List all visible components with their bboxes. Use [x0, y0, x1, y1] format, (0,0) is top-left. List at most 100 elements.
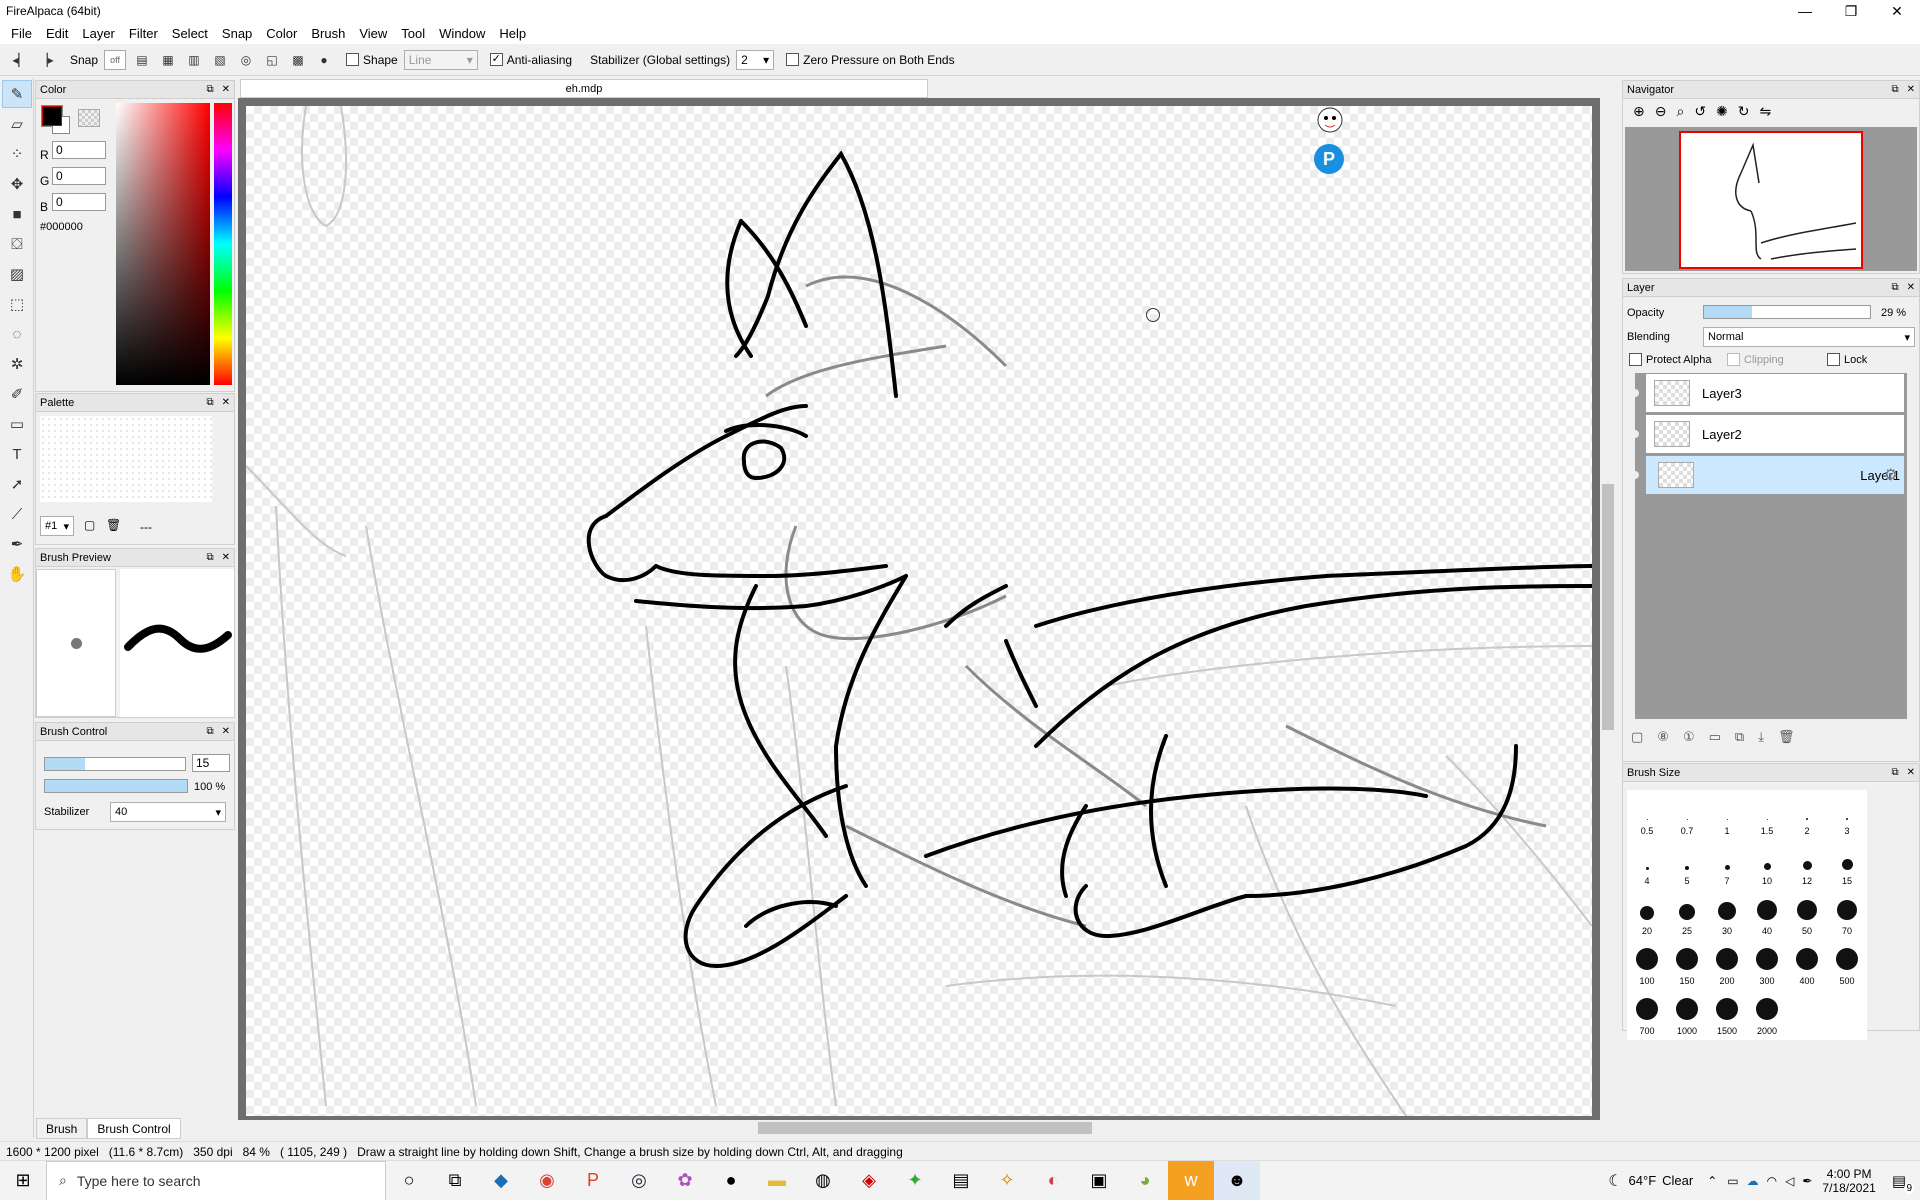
- protect-alpha-box[interactable]: [1629, 353, 1642, 366]
- taskbar-search[interactable]: ⌕ Type here to search: [46, 1160, 386, 1200]
- stabilizer-select[interactable]: 2 ▾: [736, 49, 775, 70]
- snap-off-button[interactable]: off: [104, 49, 127, 70]
- brush-size-input[interactable]: 15: [192, 754, 230, 772]
- app-icon[interactable]: ✿: [662, 1161, 708, 1200]
- app-icon[interactable]: ◈: [846, 1161, 892, 1200]
- brush-size-option[interactable]: 30: [1707, 890, 1747, 940]
- security-icon[interactable]: ◆: [478, 1161, 524, 1200]
- bucket-tool-icon[interactable]: ⛋: [2, 230, 32, 258]
- lasso-tool-icon[interactable]: ◌: [2, 320, 32, 348]
- gradient-tool-icon[interactable]: ▨: [2, 260, 32, 288]
- r-input[interactable]: 0: [52, 141, 106, 159]
- move-tool-icon[interactable]: ✥: [2, 170, 32, 198]
- weather-temp[interactable]: 64°F: [1629, 1173, 1657, 1188]
- rotate-right-icon[interactable]: ↻: [1738, 103, 1750, 120]
- menu-snap[interactable]: Snap: [215, 26, 259, 41]
- new-8bit-layer-icon[interactable]: ⑧: [1657, 729, 1669, 745]
- powerpoint-icon[interactable]: P: [570, 1161, 616, 1200]
- snap-settings-icon[interactable]: ▩: [288, 49, 308, 71]
- zoom-in-icon[interactable]: ⊕: [1633, 103, 1645, 120]
- file-explorer-icon[interactable]: ▬: [754, 1161, 800, 1200]
- zoom-fit-icon[interactable]: ⌕: [1676, 103, 1684, 120]
- select-tool-icon[interactable]: ⬚: [2, 290, 32, 318]
- operation-tool-icon[interactable]: ➚: [2, 470, 32, 498]
- tray-app-icon[interactable]: ▭: [1727, 1174, 1738, 1188]
- app-icon[interactable]: ▤: [938, 1161, 984, 1200]
- close-icon[interactable]: ✕: [1907, 767, 1915, 778]
- new-1bit-layer-icon[interactable]: ①: [1683, 729, 1695, 745]
- brush-size-option[interactable]: 500: [1827, 940, 1867, 990]
- shape-checkbox[interactable]: Shape: [346, 53, 398, 67]
- float-icon[interactable]: ⧉: [206, 726, 213, 737]
- onedrive-icon[interactable]: ☁: [1747, 1174, 1759, 1188]
- close-icon[interactable]: ✕: [222, 726, 230, 737]
- brush-size-option[interactable]: 7: [1707, 840, 1747, 890]
- menu-select[interactable]: Select: [165, 26, 215, 41]
- navigator-preview[interactable]: [1625, 127, 1917, 271]
- layer-row[interactable]: Layer2: [1630, 414, 1905, 454]
- app-icon[interactable]: w: [1168, 1160, 1214, 1200]
- drawing-canvas[interactable]: P: [246, 106, 1592, 1116]
- tab-brush[interactable]: Brush: [36, 1118, 88, 1139]
- firealpaca-icon[interactable]: ☻: [1214, 1160, 1260, 1200]
- palette-swatches[interactable]: [40, 416, 212, 502]
- brush-size-option[interactable]: 50: [1787, 890, 1827, 940]
- app-icon[interactable]: ✧: [984, 1161, 1030, 1200]
- chrome-icon[interactable]: ◉: [524, 1161, 570, 1200]
- select-eraser-tool-icon[interactable]: ▭: [2, 410, 32, 438]
- primary-color-swatch[interactable]: [41, 105, 70, 134]
- terminal-icon[interactable]: ▣: [1076, 1161, 1122, 1200]
- wifi-icon[interactable]: ◠: [1767, 1174, 1777, 1188]
- cortana-icon[interactable]: ○: [386, 1161, 432, 1200]
- menu-help[interactable]: Help: [492, 26, 533, 41]
- flip-horizontal-icon[interactable]: ⇋: [1760, 103, 1772, 120]
- brush-size-option[interactable]: 400: [1787, 940, 1827, 990]
- menu-file[interactable]: File: [4, 26, 39, 41]
- brush-size-option[interactable]: 12: [1787, 840, 1827, 890]
- snap-concentric-icon[interactable]: ◎: [236, 49, 256, 71]
- g-input[interactable]: 0: [52, 167, 106, 185]
- pen-tool-icon[interactable]: ✎: [2, 80, 32, 108]
- brush-size-option[interactable]: 70: [1827, 890, 1867, 940]
- brush-size-option[interactable]: 25: [1667, 890, 1707, 940]
- close-icon[interactable]: ✕: [1907, 84, 1915, 95]
- layer-row-selected[interactable]: Layer1 ⚙: [1630, 455, 1905, 495]
- brush-size-option[interactable]: 5: [1667, 840, 1707, 890]
- shape-checkbox-box[interactable]: [346, 53, 360, 66]
- antialias-checkbox[interactable]: ✓ Anti-aliasing: [489, 53, 572, 67]
- menu-filter[interactable]: Filter: [122, 26, 165, 41]
- duplicate-layer-icon[interactable]: ⧉: [1735, 729, 1744, 745]
- brush-size-option[interactable]: 1: [1707, 790, 1747, 840]
- eyedropper-tool-icon[interactable]: ✒: [2, 530, 32, 558]
- app-icon[interactable]: ◍: [800, 1161, 846, 1200]
- clipping-box[interactable]: [1727, 353, 1740, 366]
- layer-opacity-slider[interactable]: [1703, 305, 1871, 319]
- brush-size-option[interactable]: 3: [1827, 790, 1867, 840]
- menu-brush[interactable]: Brush: [304, 26, 352, 41]
- new-folder-icon[interactable]: ▭: [1709, 729, 1721, 745]
- float-icon[interactable]: ⧉: [1891, 84, 1898, 95]
- brush-size-option[interactable]: 20: [1627, 890, 1667, 940]
- maximize-button[interactable]: ❐: [1828, 0, 1874, 22]
- menu-edit[interactable]: Edit: [39, 26, 75, 41]
- layer-scrollbar[interactable]: [1907, 373, 1919, 719]
- rotate-left-icon[interactable]: ↺: [1694, 103, 1706, 120]
- hand-tool-icon[interactable]: ✋: [2, 560, 32, 588]
- close-button[interactable]: ✕: [1874, 0, 1920, 22]
- trash-icon[interactable]: 🗑: [1778, 729, 1795, 745]
- pen-icon[interactable]: ✒: [1802, 1174, 1812, 1188]
- tab-brush-control[interactable]: Brush Control: [87, 1118, 181, 1139]
- redo-icon[interactable]: ▕▸: [36, 49, 56, 71]
- undo-icon[interactable]: ◂▏: [10, 49, 30, 71]
- app-icon[interactable]: ◕: [1122, 1161, 1168, 1200]
- menu-view[interactable]: View: [352, 26, 394, 41]
- app-icon[interactable]: ✦: [892, 1161, 938, 1200]
- snap-parallel-icon[interactable]: ▤: [132, 49, 152, 71]
- shape-select[interactable]: Line ▾: [403, 49, 478, 70]
- brush-size-option[interactable]: 700: [1627, 990, 1667, 1040]
- brush-size-option[interactable]: 15: [1827, 840, 1867, 890]
- snap-dot-icon[interactable]: ●: [314, 49, 334, 71]
- zero-pressure-checkbox[interactable]: Zero Pressure on Both Ends: [786, 53, 955, 67]
- hue-slider[interactable]: [214, 103, 232, 385]
- brush-size-option[interactable]: 200: [1707, 940, 1747, 990]
